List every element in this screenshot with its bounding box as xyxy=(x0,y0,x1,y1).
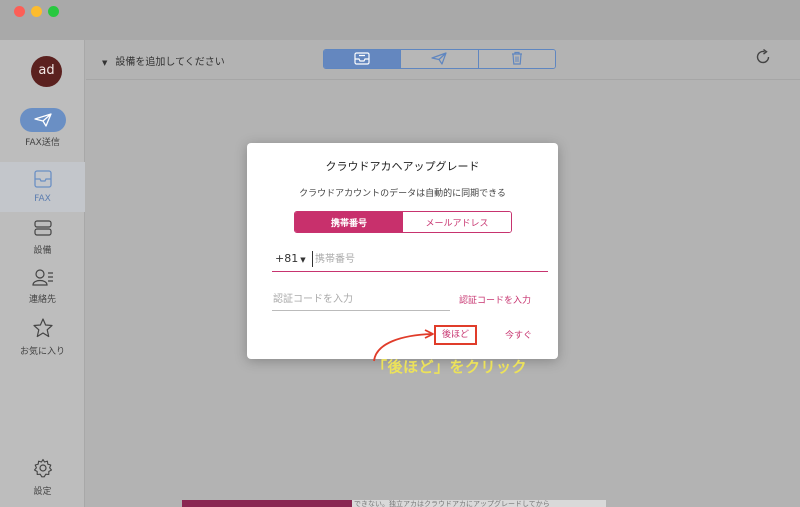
dialog-subtitle: クラウドアカウントのデータは自動的に同期できる xyxy=(299,189,506,199)
device-selector-label: 設備を追加してください xyxy=(115,57,225,68)
devices-icon xyxy=(0,219,85,240)
tab-phone-number[interactable]: 携帯番号 xyxy=(295,212,403,232)
account-type-segment: 携帯番号 メールアドレス xyxy=(294,211,512,233)
star-icon xyxy=(0,318,85,341)
phone-number-input[interactable] xyxy=(312,251,542,267)
country-code-value: +81 xyxy=(275,252,299,265)
verification-code-input[interactable] xyxy=(273,291,448,307)
annotation-callout: 「後ほど」をクリック xyxy=(372,358,528,376)
sidebar-item-label: 設備 xyxy=(33,246,52,256)
inbox-icon xyxy=(354,50,370,68)
sidebar-item-devices[interactable]: 設備 xyxy=(0,219,85,256)
sidebar-item-label: お気に入り xyxy=(19,347,65,357)
sidebar-item-fax-send[interactable]: FAX送信 xyxy=(0,108,85,148)
caret-down-icon: ▼ xyxy=(300,256,306,264)
gear-icon xyxy=(0,458,85,481)
background-banner: できない。独立アカはクラウドアカにアップグレードしてから xyxy=(182,500,606,507)
verification-code-row xyxy=(272,289,450,311)
avatar[interactable]: ad xyxy=(31,56,62,87)
sidebar-item-label: 連絡先 xyxy=(28,295,56,305)
tab-sent[interactable] xyxy=(401,50,479,68)
send-icon xyxy=(19,108,66,132)
zoom-window-button[interactable] xyxy=(48,6,59,17)
tab-inbox[interactable] xyxy=(324,50,402,68)
dialog-title: クラウドアカヘアップグレード xyxy=(325,160,480,173)
send-icon xyxy=(431,50,448,68)
view-segment xyxy=(323,49,556,69)
tab-trash[interactable] xyxy=(478,50,555,68)
minimize-window-button[interactable] xyxy=(31,6,42,17)
device-selector[interactable]: ▼ 設備を追加してください xyxy=(102,53,225,68)
upgrade-now-button[interactable]: 今すぐ xyxy=(505,328,532,341)
background-banner-text: できない。独立アカはクラウドアカにアップグレードしてから xyxy=(352,500,606,507)
sidebar-item-label: FAX送信 xyxy=(25,138,60,148)
close-window-button[interactable] xyxy=(14,6,25,17)
sidebar: ad FAX送信 FAX 設備 連絡先 お気に入り 設定 xyxy=(0,40,85,507)
request-code-link[interactable]: 認証コードを入力 xyxy=(459,293,531,306)
window-titlebar xyxy=(0,0,800,40)
sidebar-item-label: 設定 xyxy=(33,487,52,497)
toolbar: ▼ 設備を追加してください xyxy=(86,40,800,80)
tab-email-address[interactable]: メールアドレス xyxy=(403,212,511,232)
caret-down-icon: ▼ xyxy=(102,59,108,67)
refresh-button[interactable] xyxy=(753,48,773,69)
sidebar-item-favorites[interactable]: お気に入り xyxy=(0,318,85,357)
trash-icon xyxy=(511,50,523,68)
sidebar-item-label: FAX xyxy=(34,194,51,204)
sidebar-item-fax[interactable]: FAX xyxy=(0,162,85,212)
background-banner-button xyxy=(182,500,352,507)
refresh-icon xyxy=(755,48,771,69)
phone-row: +81 ▼ xyxy=(272,249,548,272)
sidebar-item-contacts[interactable]: 連絡先 xyxy=(0,268,85,305)
country-code-select[interactable]: +81 ▼ xyxy=(275,252,306,265)
fax-tray-icon xyxy=(0,170,85,191)
sidebar-item-settings[interactable]: 設定 xyxy=(0,458,85,497)
contacts-icon xyxy=(0,268,85,289)
